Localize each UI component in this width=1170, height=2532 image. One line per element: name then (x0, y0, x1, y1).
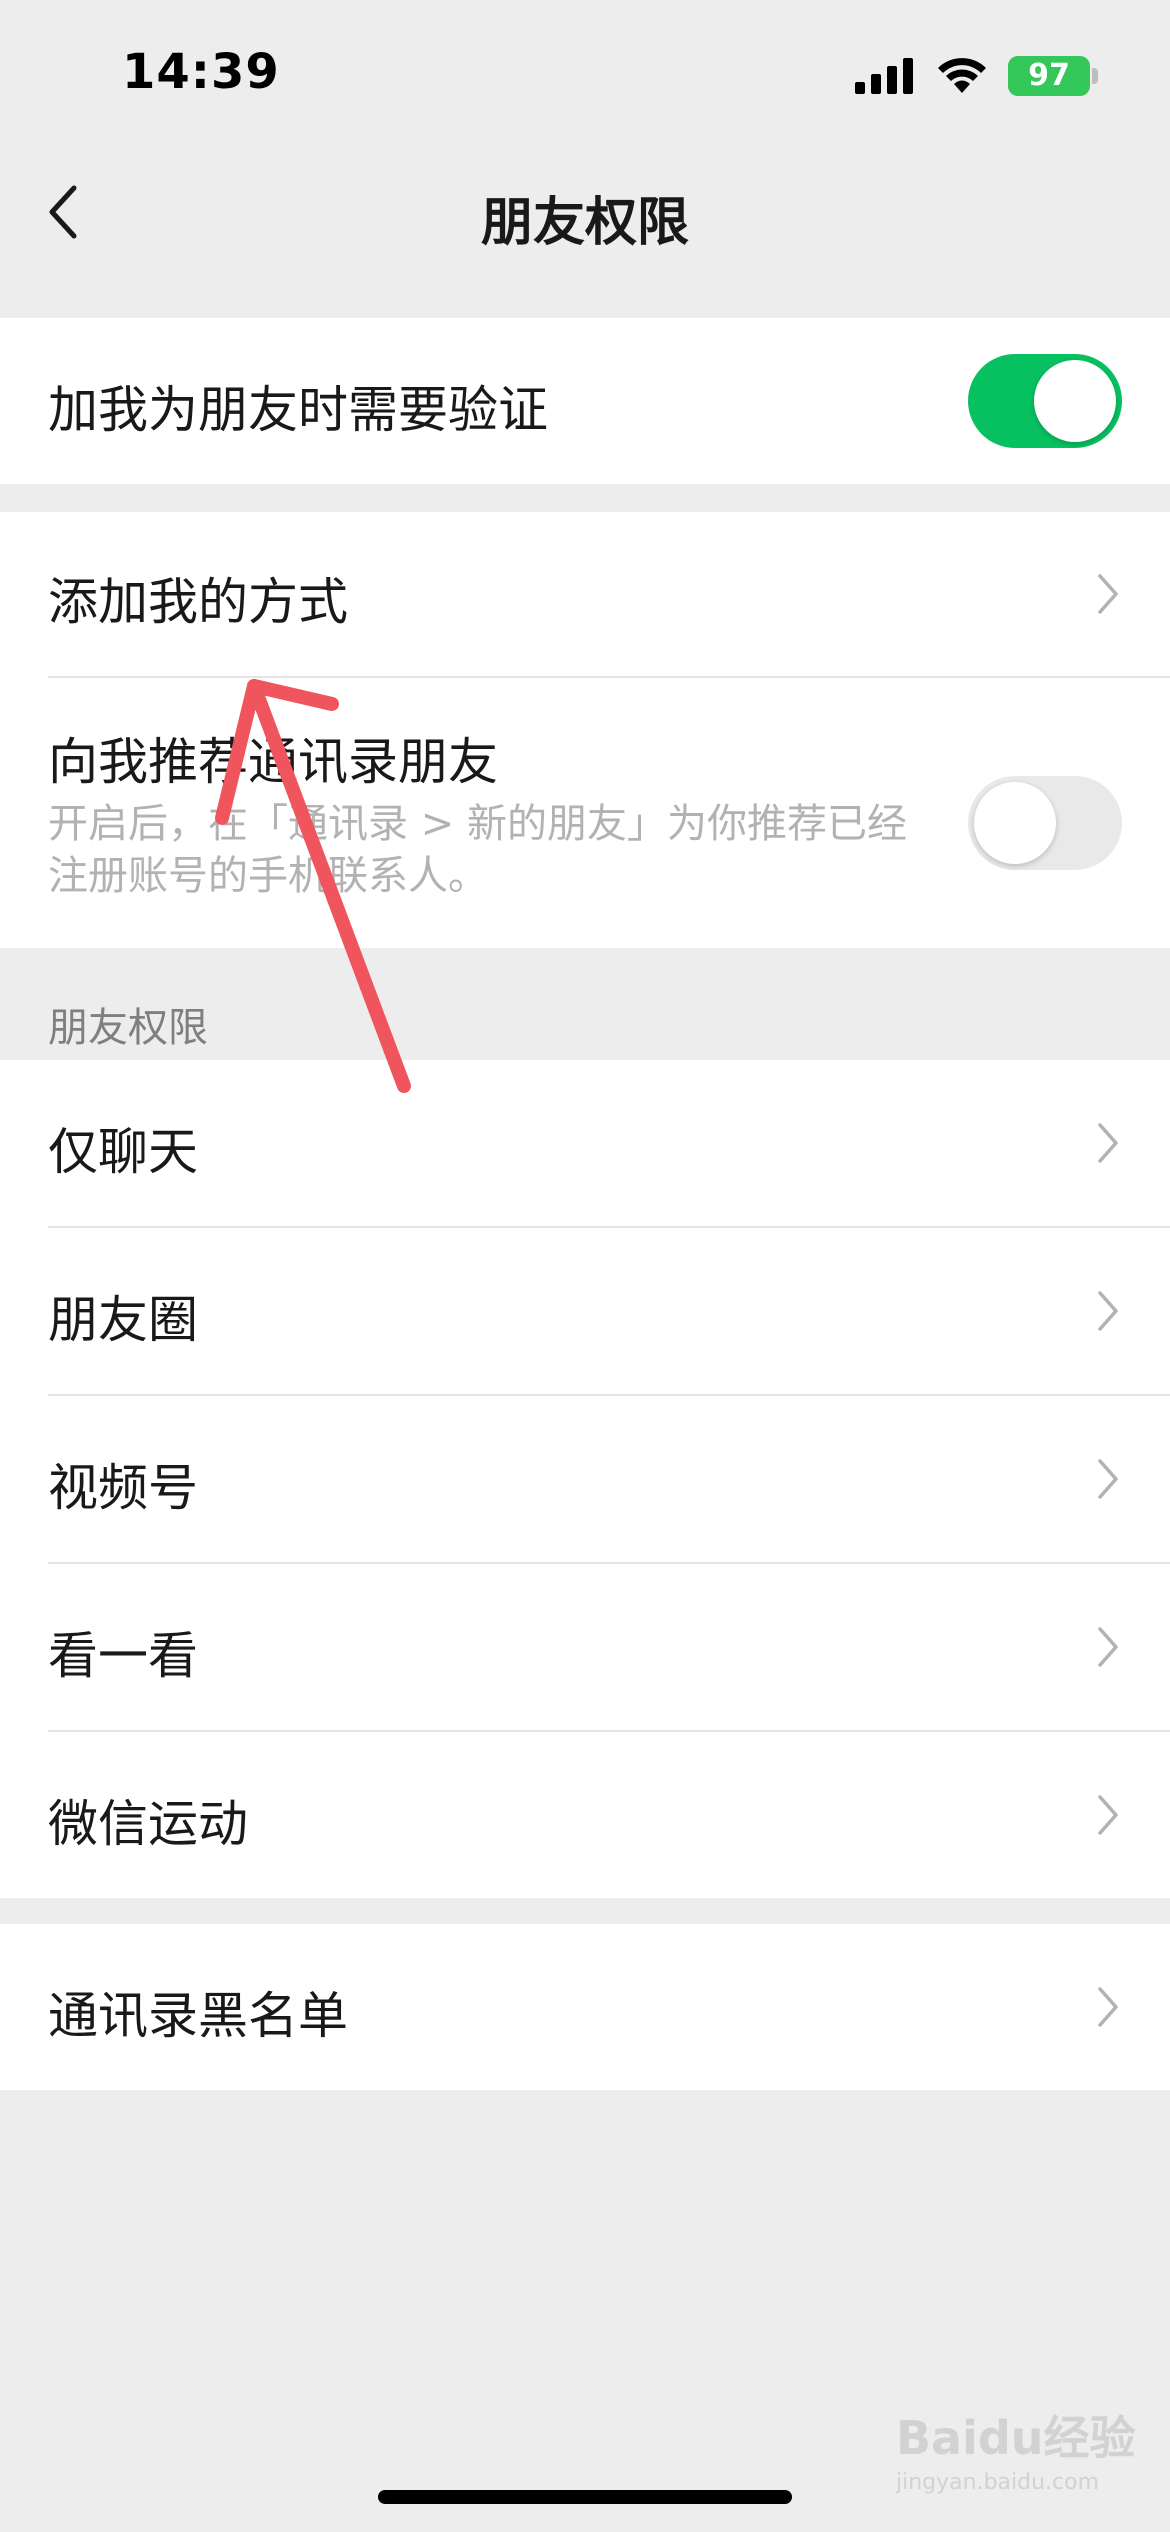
verify-group: 加我为朋友时需要验证 (0, 318, 1170, 484)
blacklist-row[interactable]: 通讯录黑名单 (0, 1924, 1170, 2090)
toggle-knob (1034, 360, 1116, 442)
permission-list: 仅聊天 朋友圈 视频号 看一看 微信运动 (0, 1060, 1170, 1898)
chevron-right-icon (1098, 1987, 1118, 2027)
page-title: 朋友权限 (480, 193, 689, 253)
list-item-label: 仅聊天 (48, 1123, 198, 1181)
list-item-label: 看一看 (48, 1627, 198, 1685)
list-item-label: 朋友圈 (48, 1291, 198, 1349)
chevron-right-icon (1098, 1795, 1118, 1835)
watermark-logo: Baidu经验 (896, 2411, 1136, 2465)
chevron-right-icon (1098, 1291, 1118, 1331)
list-item-channels[interactable]: 视频号 (0, 1396, 1170, 1562)
recommend-description: 开启后，在「通讯录 > 新的朋友」为你推荐已经注册账号的手机联系人。 (48, 801, 907, 899)
blacklist-label: 通讯录黑名单 (48, 1987, 348, 2045)
list-item-moments[interactable]: 朋友圈 (0, 1228, 1170, 1394)
toggle-knob (974, 782, 1056, 864)
wifi-icon (938, 58, 986, 93)
chevron-right-icon (1098, 1627, 1118, 1667)
signal-icon (855, 58, 913, 94)
recommend-toggle[interactable] (968, 776, 1122, 870)
battery-tip (1092, 68, 1098, 84)
recommend-label: 向我推荐通讯录朋友 (48, 733, 498, 791)
chevron-right-icon (1098, 1123, 1118, 1163)
recommend-row: 向我推荐通讯录朋友 开启后，在「通讯录 > 新的朋友」为你推荐已经注册账号的手机… (0, 678, 1170, 948)
verify-toggle[interactable] (968, 354, 1122, 448)
nav-bar: 朋友权限 (0, 140, 1170, 280)
blacklist-group: 通讯录黑名单 (0, 1924, 1170, 2090)
list-item-top-stories[interactable]: 看一看 (0, 1564, 1170, 1730)
section-header: 朋友权限 (48, 1005, 208, 1051)
list-item-label: 视频号 (48, 1459, 198, 1517)
home-indicator[interactable] (378, 2490, 792, 2504)
chevron-right-icon (1098, 574, 1118, 614)
list-item-label: 微信运动 (48, 1795, 248, 1853)
status-bar: 14:39 97 (0, 0, 1170, 140)
watermark-url: jingyan.baidu.com (896, 2470, 1100, 2495)
add-method-group: 添加我的方式 向我推荐通讯录朋友 开启后，在「通讯录 > 新的朋友」为你推荐已经… (0, 512, 1170, 948)
list-item-chat-only[interactable]: 仅聊天 (0, 1060, 1170, 1226)
verify-row[interactable]: 加我为朋友时需要验证 (0, 318, 1170, 484)
list-item-werun[interactable]: 微信运动 (0, 1732, 1170, 1898)
chevron-right-icon (1098, 1459, 1118, 1499)
battery-icon: 97 (1008, 56, 1090, 96)
status-time: 14:39 (122, 44, 280, 100)
add-method-label: 添加我的方式 (48, 573, 348, 631)
add-method-row[interactable]: 添加我的方式 (0, 512, 1170, 676)
verify-label: 加我为朋友时需要验证 (48, 381, 548, 439)
